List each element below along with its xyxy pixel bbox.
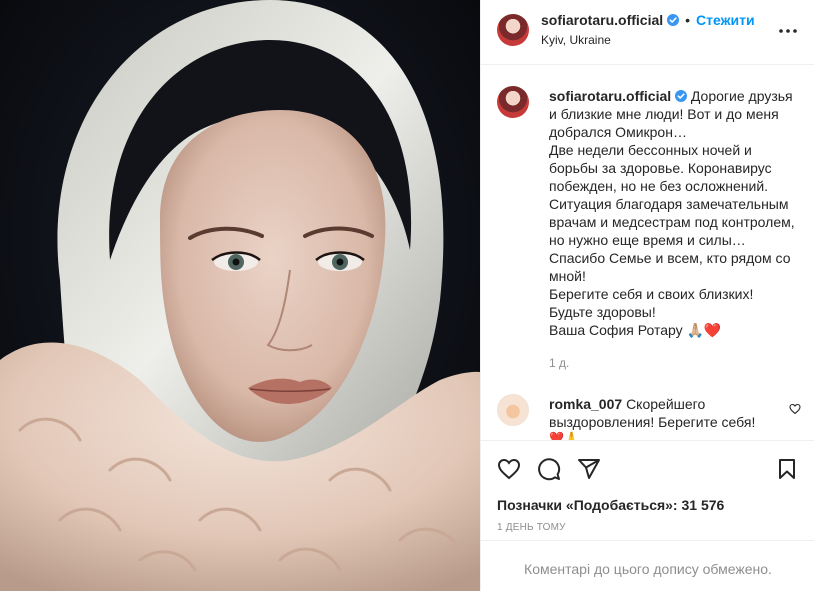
post-photo[interactable] [0, 0, 480, 591]
instagram-post: sofiarotaru.official • Стежити Kyiv, Ukr… [0, 0, 814, 591]
comment-emoji: ❤️🙏 [549, 431, 579, 440]
caption-avatar[interactable] [497, 86, 529, 118]
bookmark-icon[interactable] [775, 457, 799, 481]
comments-limited-notice: Коментарі до цього допису обмежено. [481, 540, 814, 591]
post-header: sofiarotaru.official • Стежити Kyiv, Ukr… [481, 0, 814, 65]
caption-line: Две недели бессонных ночей и борьбы за з… [549, 142, 772, 194]
verified-icon [675, 90, 688, 102]
likes-number: 31 576 [681, 497, 725, 513]
heart-icon[interactable] [497, 457, 521, 481]
caption-time[interactable]: 1 д. [549, 356, 569, 370]
verified-icon [667, 14, 680, 26]
caption-line: Будьте здоровы! [549, 304, 656, 320]
account-line: sofiarotaru.official • Стежити [541, 12, 755, 28]
account-username[interactable]: sofiarotaru.official [541, 12, 663, 28]
comments-area[interactable]: sofiarotaru.official Дорогие друзья и бл… [481, 66, 814, 440]
account-avatar[interactable] [497, 14, 529, 46]
likes-count[interactable]: Позначки «Подобається»: 31 576 [497, 497, 724, 513]
caption-username[interactable]: sofiarotaru.official [549, 88, 671, 104]
post-side-panel: sofiarotaru.official • Стежити Kyiv, Ukr… [480, 0, 814, 591]
caption-line: sofiarotaru.official Дорогие друзья и бл… [549, 87, 801, 141]
more-icon[interactable] [777, 22, 799, 40]
follow-button[interactable]: Стежити [696, 12, 755, 28]
caption-line: Ситуация благодаря замечательным врачам … [549, 196, 795, 248]
caption-line: Ваша София Ротару 🙏🏼❤️ [549, 322, 722, 338]
action-bar [481, 440, 814, 491]
comment-username[interactable]: romka_007 [549, 396, 622, 412]
caption-line: Спасибо Семье и всем, кто рядом со мной! [549, 250, 791, 284]
post-date[interactable]: 1 ДЕНЬ ТОМУ [497, 522, 566, 533]
portrait-illustration [0, 0, 480, 591]
comment: romka_007 Скорейшего выздоровления! Бере… [549, 395, 767, 431]
likes-label: Позначки «Подобається»: [497, 497, 678, 513]
post-caption: sofiarotaru.official Дорогие друзья и бл… [549, 87, 801, 339]
separator-dot: • [685, 12, 691, 28]
post-location[interactable]: Kyiv, Ukraine [541, 33, 611, 47]
comment-heart-icon[interactable] [789, 403, 801, 415]
send-icon[interactable] [577, 457, 601, 481]
comment-avatar[interactable] [497, 394, 529, 426]
comment-icon[interactable] [537, 457, 561, 481]
caption-line: Берегите себя и своих близких! [549, 286, 754, 302]
